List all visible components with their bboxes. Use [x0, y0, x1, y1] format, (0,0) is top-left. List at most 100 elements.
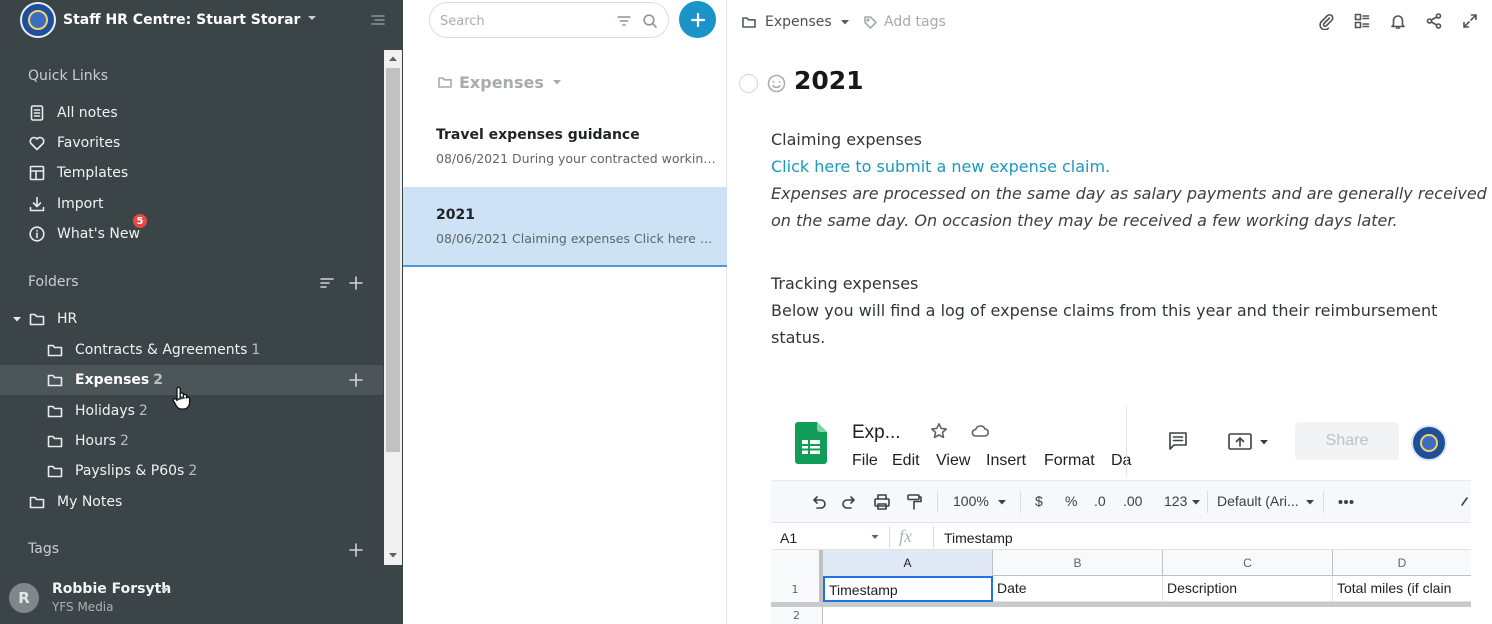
more-options-icon[interactable] [1337, 493, 1355, 511]
sheet-menu-file[interactable]: File [852, 452, 878, 470]
note-heading: Claiming expenses [771, 130, 922, 149]
sheet-menu-data[interactable]: Da [1111, 452, 1131, 470]
avatar[interactable] [1411, 425, 1447, 461]
percent-format-button[interactable]: % [1065, 493, 1077, 509]
sort-icon[interactable] [319, 275, 335, 291]
sheet-menu-format[interactable]: Format [1044, 452, 1095, 470]
collapse-toolbar-icon[interactable] [1459, 495, 1469, 507]
cell-reference[interactable]: A1 [780, 530, 797, 546]
note-list-item[interactable]: 2021 08/06/2021 Claiming expenses Click … [403, 187, 727, 267]
note-info-icon[interactable] [1353, 12, 1371, 30]
add-subfolder-icon[interactable] [348, 372, 364, 388]
sheet-menu-insert[interactable]: Insert [986, 452, 1026, 470]
notification-badge: 5 [131, 212, 149, 230]
attachment-icon[interactable] [1317, 12, 1335, 30]
note-folder-selector[interactable]: Expenses [741, 12, 858, 32]
expand-icon[interactable] [1461, 12, 1479, 30]
column-header-a[interactable]: A [823, 550, 993, 576]
folder-contracts-agreements[interactable]: Contracts & Agreements 1 [0, 335, 383, 365]
chevron-down-icon[interactable] [552, 77, 562, 87]
note-title[interactable]: 2021 [794, 66, 864, 95]
sidebar-scrollbar-thumb[interactable] [386, 68, 400, 452]
zoom-select[interactable]: 100% [953, 493, 989, 509]
avatar[interactable]: R [9, 583, 39, 613]
embedded-spreadsheet[interactable]: Exp... File Edit View Insert Format Da S… [771, 392, 1471, 624]
chevron-down-icon[interactable] [160, 585, 170, 595]
cell-d1[interactable]: Total miles (if clain [1333, 576, 1471, 602]
select-all-corner[interactable] [771, 550, 823, 576]
search-box[interactable] [429, 2, 669, 38]
folder-my-notes[interactable]: My Notes [0, 487, 383, 517]
star-icon[interactable] [930, 422, 948, 440]
formula-divider [889, 526, 890, 548]
increase-decimal-button[interactable]: .00 [1123, 493, 1142, 509]
quick-link-favorites[interactable]: Favorites [0, 128, 383, 158]
reminder-bell-icon[interactable] [1389, 12, 1407, 30]
number-format-select[interactable]: 123 [1164, 493, 1187, 509]
note-list-item[interactable]: Travel expenses guidance 08/06/2021 Duri… [403, 107, 727, 187]
quick-link-templates[interactable]: Templates [0, 158, 383, 188]
emoji-icon[interactable] [766, 73, 787, 94]
note-list-item-snippet: 08/06/2021 Claiming expenses Click here … [436, 231, 716, 246]
folder-hr[interactable]: HR [0, 304, 383, 334]
quick-link-all-notes[interactable]: All notes [0, 98, 383, 128]
caret-down-icon[interactable] [12, 314, 22, 324]
new-note-button[interactable] [679, 1, 716, 38]
folder-hours[interactable]: Hours 2 [0, 426, 383, 456]
cell-a1[interactable]: Timestamp [823, 576, 993, 602]
scroll-down-icon[interactable] [388, 550, 398, 560]
search-input[interactable] [440, 11, 600, 31]
chevron-down-icon[interactable] [1191, 497, 1201, 507]
paint-format-icon[interactable] [905, 493, 923, 511]
quick-link-import[interactable]: Import [0, 189, 383, 219]
share-button[interactable]: Share [1295, 422, 1399, 460]
column-header-c[interactable]: C [1163, 550, 1333, 576]
undo-icon[interactable] [809, 493, 827, 511]
user-account[interactable] [0, 570, 403, 624]
cell-b1[interactable]: Date [993, 576, 1163, 602]
folder-holidays[interactable]: Holidays 2 [0, 396, 383, 426]
expense-claim-link[interactable]: Click here to submit a new expense claim… [771, 157, 1110, 176]
add-tags-button[interactable]: Add tags [863, 12, 946, 32]
chevron-down-icon[interactable] [997, 497, 1007, 507]
chevron-down-icon[interactable] [1259, 437, 1269, 447]
scroll-up-icon[interactable] [388, 54, 398, 64]
filter-icon[interactable] [616, 13, 632, 29]
formula-input[interactable]: Timestamp [944, 530, 1013, 546]
column-header-b[interactable]: B [993, 550, 1163, 576]
row-header-1[interactable]: 1 [771, 576, 823, 602]
cloud-status-icon[interactable] [970, 422, 990, 440]
add-folder-icon[interactable] [348, 275, 364, 291]
workspace-header[interactable]: Staff HR Centre: Stuart Storar [0, 0, 403, 42]
folder-count: 1 [251, 342, 261, 358]
column-header-d[interactable]: D [1333, 550, 1471, 576]
sheet-menu-view[interactable]: View [936, 452, 970, 470]
row-header-2[interactable]: 2 [771, 607, 823, 624]
chevron-down-icon[interactable] [1305, 497, 1315, 507]
folders-title: Folders [28, 274, 79, 290]
user-name[interactable]: Robbie Forsyth [52, 581, 171, 597]
currency-format-button[interactable]: $ [1035, 493, 1043, 509]
decrease-decimal-button[interactable]: .0 [1094, 493, 1106, 509]
search-icon[interactable] [642, 13, 658, 29]
present-icon[interactable] [1227, 430, 1253, 452]
add-tag-icon[interactable] [348, 542, 364, 558]
comment-icon[interactable] [1167, 430, 1189, 452]
sheet-name[interactable]: Exp... [852, 422, 901, 444]
folder-payslips[interactable]: Payslips & P60s 2 [0, 456, 383, 486]
note-list-folder[interactable]: Expenses [437, 70, 568, 94]
sheet-menu-edit[interactable]: Edit [892, 452, 920, 470]
caret-down-icon[interactable] [871, 533, 879, 541]
redo-icon[interactable] [841, 493, 859, 511]
quick-link-whats-new[interactable]: What's New [0, 219, 383, 249]
folder-icon [28, 493, 46, 511]
folder-expenses[interactable]: Expenses 2 [0, 365, 383, 395]
font-select[interactable]: Default (Ari... [1217, 493, 1299, 509]
print-icon[interactable] [873, 493, 891, 511]
collapse-sidebar-icon[interactable] [369, 11, 387, 29]
chevron-down-icon[interactable] [306, 12, 318, 24]
quick-link-label: Favorites [57, 135, 121, 151]
note-complete-checkbox[interactable] [739, 74, 758, 93]
cell-c1[interactable]: Description [1163, 576, 1333, 602]
share-icon[interactable] [1425, 12, 1443, 30]
